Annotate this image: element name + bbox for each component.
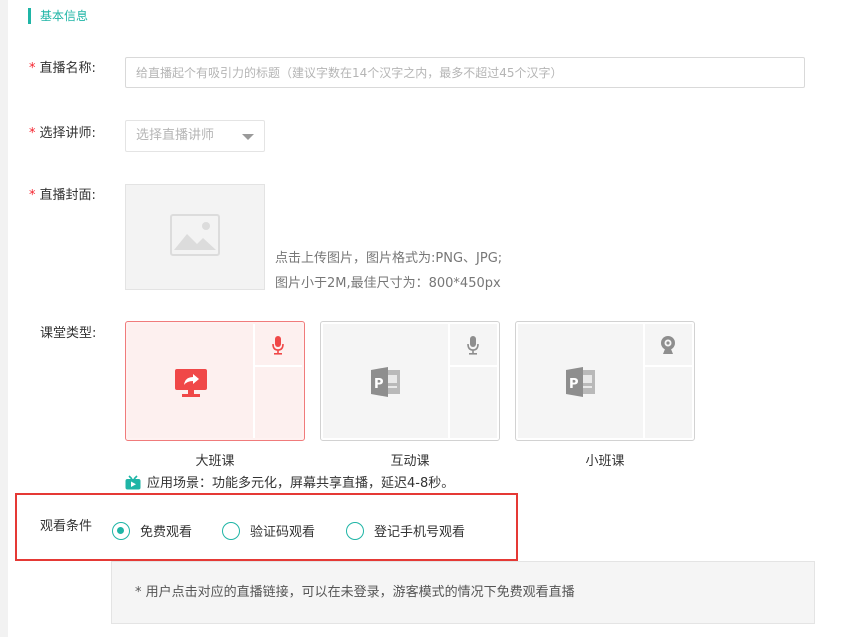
tv-icon xyxy=(125,475,141,490)
required-mark: * xyxy=(29,188,36,203)
cover-upload[interactable] xyxy=(125,184,265,290)
live-name-label: * 直播名称: xyxy=(29,60,96,78)
class-type-name-interactive: 互动课 xyxy=(390,454,430,469)
class-type-card-large[interactable] xyxy=(125,321,305,441)
radio-unchecked-icon xyxy=(222,521,240,540)
scene-description: 应用场景：功能多元化，屏幕共享直播，延迟4-8秒。 xyxy=(125,475,454,493)
class-type-name-large: 大班课 xyxy=(195,454,235,469)
watch-condition-label: 观看条件 xyxy=(40,519,93,534)
cover-hint-line2: 图片小于2M,最佳尺寸为：800*450px xyxy=(275,276,501,291)
image-placeholder-icon xyxy=(170,214,220,256)
required-mark: * xyxy=(29,126,36,141)
radio-checked-icon xyxy=(112,521,130,540)
svg-text:P: P xyxy=(569,377,579,392)
live-name-input[interactable] xyxy=(125,57,805,88)
radio-phone-watch[interactable]: 登记手机号观看 xyxy=(346,521,465,540)
cover-label: * 直播封面: xyxy=(29,187,96,205)
svg-text:P: P xyxy=(374,377,384,392)
class-type-card-small[interactable]: P xyxy=(515,321,695,441)
cover-label-text: 直播封面: xyxy=(39,188,96,203)
radio-free-watch-label: 免费观看 xyxy=(140,525,193,540)
live-name-label-text: 直播名称: xyxy=(39,61,96,76)
screen-share-icon xyxy=(175,369,207,397)
watch-condition-notice: * 用户点击对应的直播链接，可以在未登录，游客模式的情况下免费观看直播 xyxy=(111,561,815,624)
scene-text: 应用场景：功能多元化，屏幕共享直播，延迟4-8秒。 xyxy=(147,476,455,491)
microphone-icon xyxy=(272,336,284,355)
radio-unchecked-icon xyxy=(346,521,364,540)
teacher-label-text: 选择讲师: xyxy=(39,126,96,141)
teacher-select[interactable]: 选择直播讲师 xyxy=(125,120,265,152)
radio-phone-watch-label: 登记手机号观看 xyxy=(374,525,466,540)
cover-hint-line1: 点击上传图片，图片格式为:PNG、JPG; xyxy=(275,251,503,266)
teacher-select-placeholder: 选择直播讲师 xyxy=(136,128,215,143)
required-mark: * xyxy=(29,61,36,76)
radio-code-watch-label: 验证码观看 xyxy=(250,525,316,540)
radio-code-watch[interactable]: 验证码观看 xyxy=(222,521,315,540)
microphone-icon xyxy=(467,336,479,355)
powerpoint-icon: P xyxy=(566,367,595,397)
teacher-label: * 选择讲师: xyxy=(29,125,96,143)
webcam-icon xyxy=(661,336,675,354)
powerpoint-icon: P xyxy=(371,367,400,397)
class-type-card-interactive[interactable]: P xyxy=(320,321,500,441)
class-type-name-small: 小班课 xyxy=(585,454,625,469)
section-title: 基本信息 xyxy=(28,8,88,24)
radio-free-watch[interactable]: 免费观看 xyxy=(112,521,192,540)
class-type-label: 课堂类型: xyxy=(40,326,97,341)
chevron-down-icon xyxy=(242,134,254,140)
